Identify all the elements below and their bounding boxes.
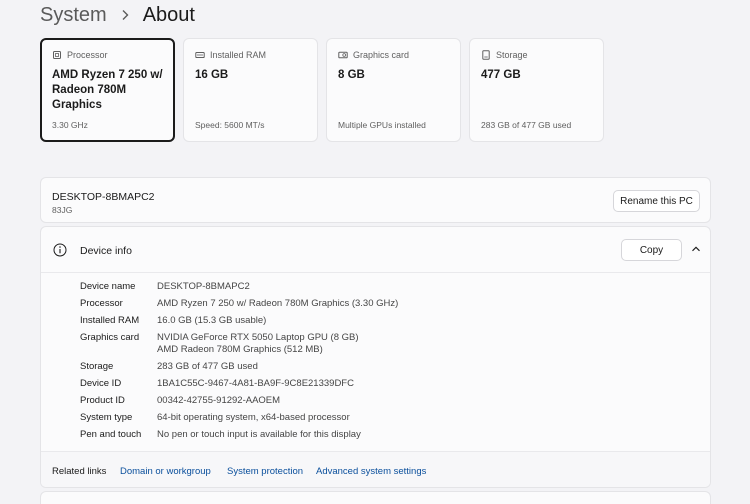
- spec-value-line: NVIDIA GeForce RTX 5050 Laptop GPU (8 GB…: [157, 332, 359, 343]
- spec-value: DESKTOP-8BMAPC2: [157, 281, 250, 292]
- spec-tiles: Processor AMD Ryzen 7 250 w/ Radeon 780M…: [40, 38, 604, 142]
- copy-button[interactable]: Copy: [621, 239, 682, 261]
- spec-value-line: AMD Radeon 780M Graphics (512 MB): [157, 344, 323, 355]
- spec-label: Installed RAM: [80, 315, 140, 326]
- tile-graphics-card[interactable]: Graphics card 8 GB Multiple GPUs install…: [326, 38, 461, 142]
- device-info-card: Device info Copy Device name DESKTOP-8BM…: [40, 226, 711, 488]
- ram-icon: [195, 52, 205, 58]
- tile-label: Processor: [67, 50, 108, 60]
- spec-value: 1BA1C55C-9467-4A81-BA9F-9C8E21339DFC: [157, 378, 354, 389]
- tile-subtext: 283 GB of 477 GB used: [481, 120, 572, 130]
- tile-label: Storage: [496, 50, 528, 60]
- spec-value: AMD Ryzen 7 250 w/ Radeon 780M Graphics …: [157, 298, 399, 309]
- spec-value: 00342-42755-91292-AAOEM: [157, 395, 281, 406]
- processor-icon: [53, 51, 61, 59]
- info-icon: [53, 243, 67, 257]
- spec-value: 64-bit operating system, x64-based proce…: [157, 412, 350, 423]
- rename-pc-button[interactable]: Rename this PC: [613, 190, 700, 212]
- breadcrumb-system[interactable]: System: [40, 2, 107, 28]
- tile-value: 16 GB: [195, 69, 229, 81]
- spec-value: 16.0 GB (15.3 GB usable): [157, 315, 267, 326]
- link-advanced-system-settings[interactable]: Advanced system settings: [316, 466, 426, 477]
- tile-value: 8 GB: [338, 69, 365, 81]
- device-info-header[interactable]: Device info Copy: [41, 227, 710, 273]
- tile-subtext: 3.30 GHz: [52, 120, 88, 130]
- related-links-label: Related links: [52, 466, 107, 477]
- spec-value: No pen or touch input is available for t…: [157, 429, 361, 440]
- next-section-card: [40, 491, 711, 504]
- storage-icon: [482, 50, 490, 60]
- spec-label: Product ID: [80, 395, 125, 406]
- graphics-card-icon: [338, 51, 348, 59]
- spec-label: Processor: [80, 298, 123, 309]
- spec-label: System type: [80, 412, 133, 423]
- tile-subtext: Speed: 5600 MT/s: [195, 120, 265, 130]
- page-title: About: [142, 4, 195, 26]
- spec-value-multiline: NVIDIA GeForce RTX 5050 Laptop GPU (8 GB…: [157, 332, 359, 356]
- device-info-title: Device info: [80, 245, 132, 257]
- spec-value: 283 GB of 477 GB used: [157, 361, 258, 372]
- spec-label: Graphics card: [80, 332, 140, 343]
- pc-name-card: DESKTOP-8BMAPC2 83JG Rename this PC: [40, 177, 711, 223]
- chevron-up-icon[interactable]: [691, 244, 701, 254]
- tile-subtext: Multiple GPUs installed: [338, 120, 426, 130]
- breadcrumb: System About: [40, 2, 195, 28]
- spec-label: Pen and touch: [80, 429, 142, 440]
- link-system-protection[interactable]: System protection: [227, 466, 303, 477]
- tile-label: Installed RAM: [210, 50, 267, 60]
- tile-value: AMD Ryzen 7 250 w/ Radeon 780M Graphics: [52, 69, 163, 111]
- spec-label: Device name: [80, 281, 136, 292]
- pc-model: 83JG: [52, 205, 73, 215]
- chevron-right-icon: [121, 9, 129, 21]
- tile-processor[interactable]: Processor AMD Ryzen 7 250 w/ Radeon 780M…: [40, 38, 175, 142]
- related-links: Related links Domain or workgroup System…: [41, 451, 710, 487]
- link-domain-or-workgroup[interactable]: Domain or workgroup: [120, 466, 211, 477]
- tile-value: 477 GB: [481, 69, 521, 81]
- tile-label: Graphics card: [353, 50, 410, 60]
- pc-name: DESKTOP-8BMAPC2: [52, 191, 155, 203]
- tile-storage[interactable]: Storage 477 GB 283 GB of 477 GB used: [469, 38, 604, 142]
- tile-installed-ram[interactable]: Installed RAM 16 GB Speed: 5600 MT/s: [183, 38, 318, 142]
- spec-label: Storage: [80, 361, 114, 372]
- spec-label: Device ID: [80, 378, 122, 389]
